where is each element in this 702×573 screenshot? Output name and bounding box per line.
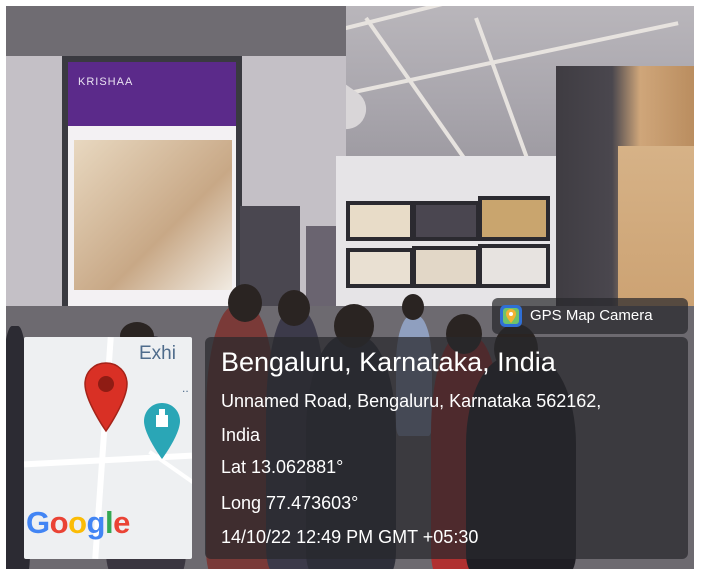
address-line-2: India [221,425,261,445]
app-badge: GPS Map Camera [492,298,688,334]
booth-banner: KRISHAA [62,56,242,346]
latitude: Lat 13.062881° [221,457,344,477]
map-label-ellipsis: .. [182,381,189,395]
monument-pin-icon [144,403,180,459]
google-letter: g [86,505,106,540]
gps-map-camera-icon [500,305,522,327]
map-place-label: Exhi [139,343,176,364]
google-letter: e [113,505,130,540]
app-name: GPS Map Camera [530,307,653,324]
visitor-head [228,284,262,322]
google-letter: o [49,505,69,540]
longitude: Long 77.473603° [221,493,359,513]
google-letter: o [68,505,87,540]
google-letter: l [104,505,114,540]
google-logo: Google [26,505,130,541]
location-pin-icon [84,362,128,433]
visitor-head [278,290,310,326]
address-line-1: Unnamed Road, Bengaluru, Karnataka 56216… [221,391,602,411]
timestamp: 14/10/22 12:49 PM GMT +05:30 [221,527,479,547]
location-info-panel: Bengaluru, Karnataka, India Unnamed Road… [205,337,688,559]
location-title: Bengaluru, Karnataka, India [221,347,556,377]
google-letter: G [26,505,50,540]
tile-display-wall [336,156,566,316]
map-thumbnail: Exhi .. Google [24,337,192,559]
visitor-head [402,294,424,320]
booth-brand: KRISHAA [78,76,134,88]
